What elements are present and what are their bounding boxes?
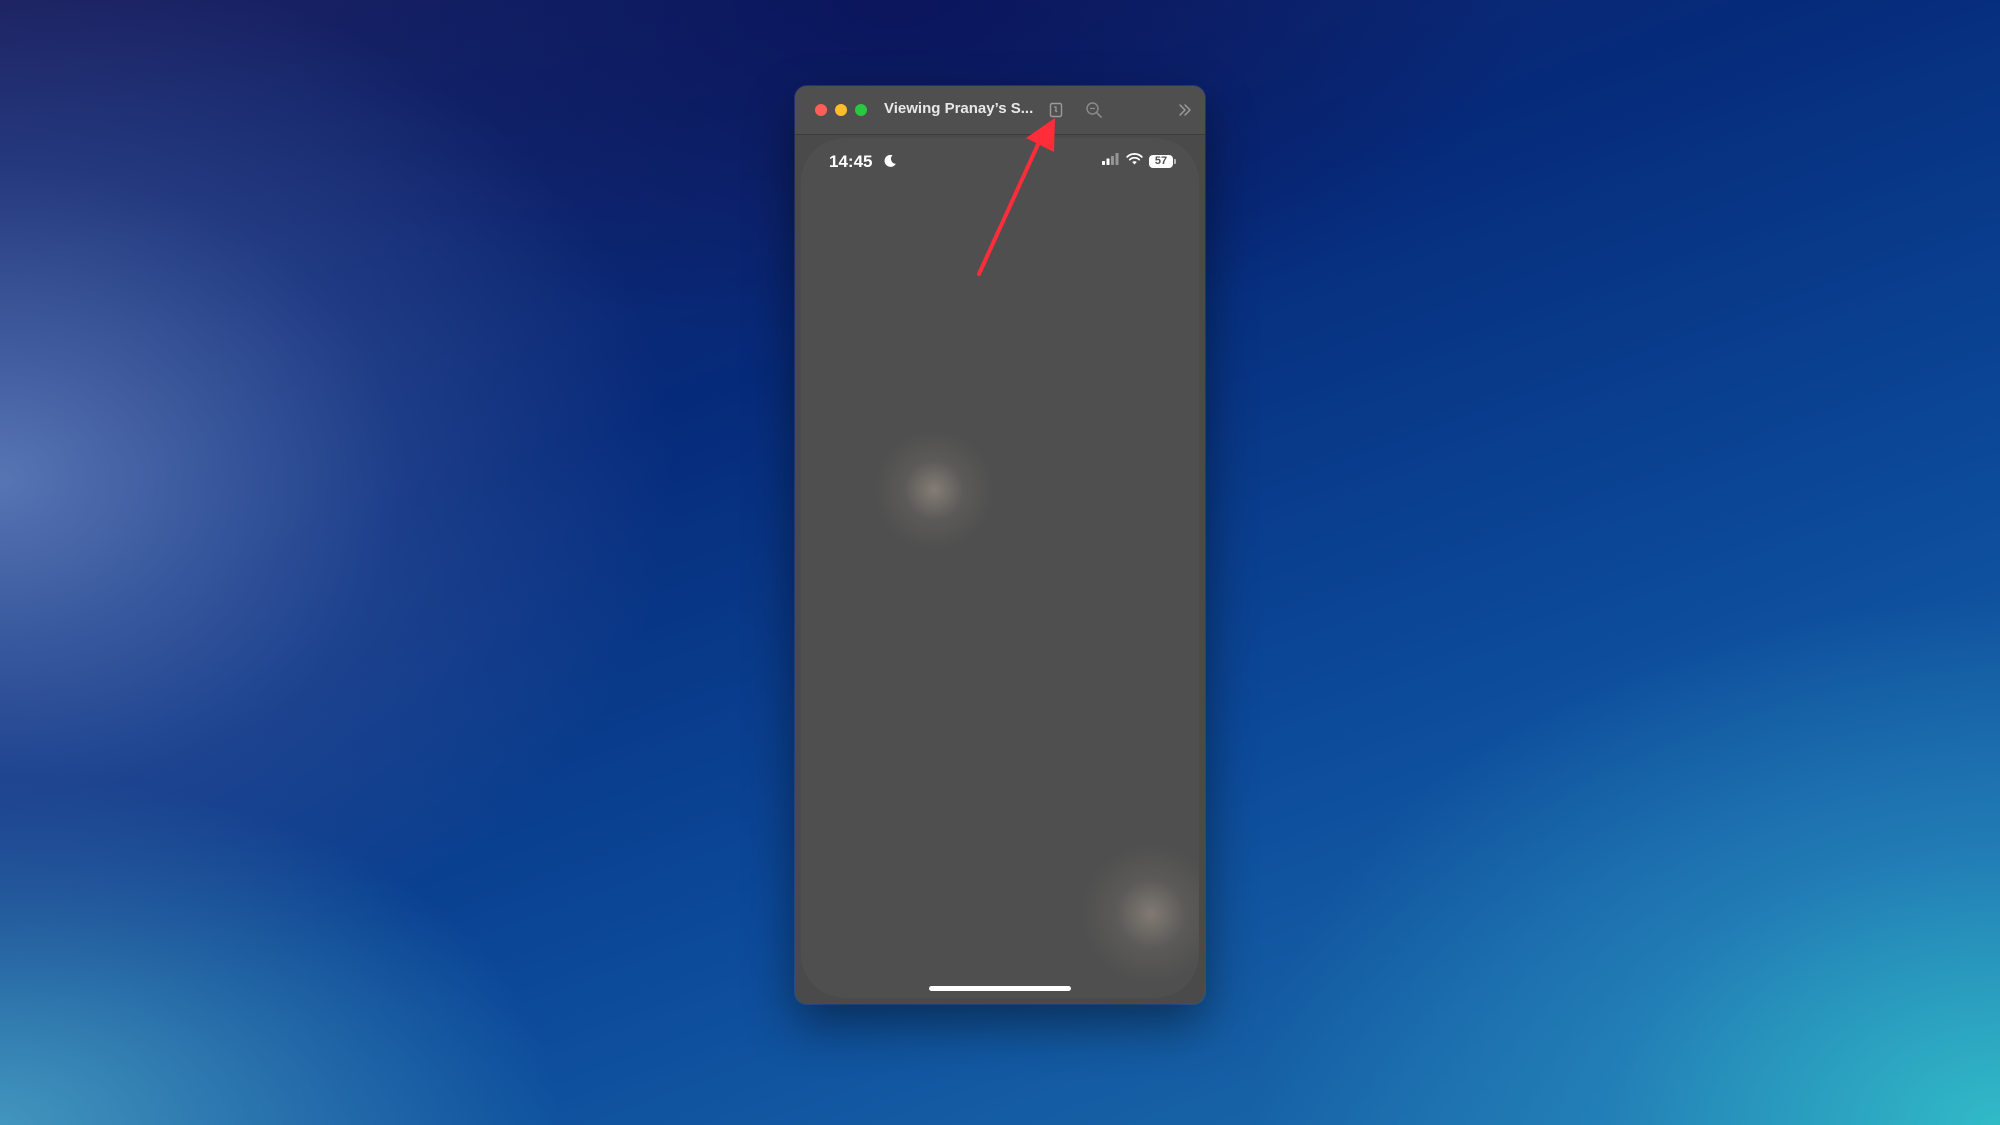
wifi-icon (1126, 152, 1143, 170)
window-titlebar[interactable]: Viewing Pranay’s S... (795, 86, 1205, 135)
phone-screen[interactable]: 14:45 57 (801, 138, 1199, 998)
chevron-double-right-icon[interactable] (1174, 99, 1196, 121)
cellular-signal-icon (1102, 152, 1120, 170)
battery-icon: 57 (1149, 154, 1176, 168)
status-time: 14:45 (829, 152, 873, 171)
close-button[interactable] (815, 104, 827, 116)
zoom-icon[interactable] (1083, 99, 1105, 121)
status-icons: 57 (1102, 152, 1176, 170)
home-indicator[interactable] (929, 986, 1071, 991)
maximize-button[interactable] (855, 104, 867, 116)
screen-mirroring-window: Viewing Pranay’s S... 14:45 57 (795, 86, 1205, 1004)
minimize-button[interactable] (835, 104, 847, 116)
window-title: Viewing Pranay’s S... (884, 100, 1034, 117)
device-icon[interactable] (1045, 99, 1067, 121)
moon-icon (883, 154, 897, 168)
